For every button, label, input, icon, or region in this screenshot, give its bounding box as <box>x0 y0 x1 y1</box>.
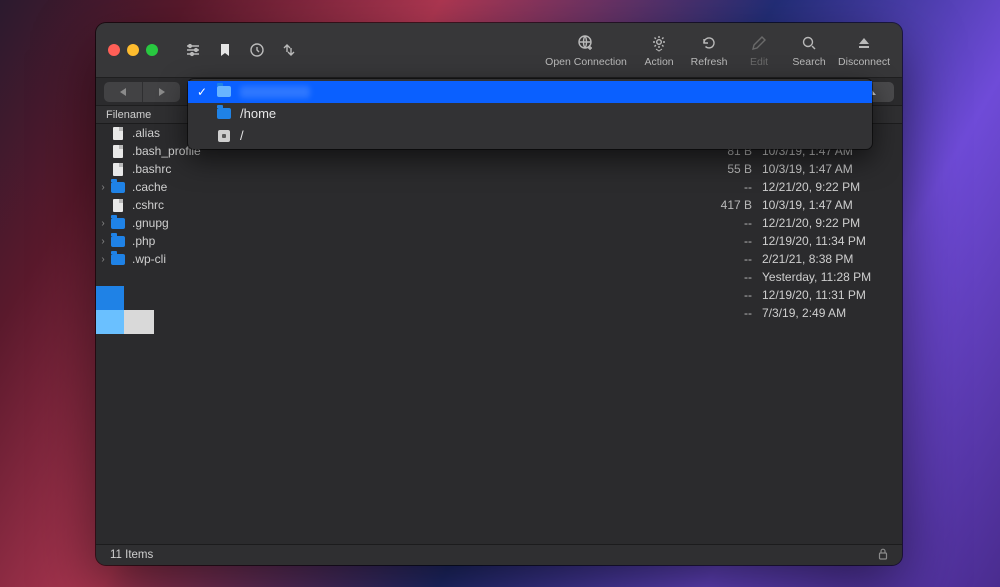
zoom-window-button[interactable] <box>146 44 158 56</box>
file-name: .bashrc <box>132 162 700 176</box>
file-size: -- <box>700 216 752 230</box>
file-size: 417 B <box>700 198 752 212</box>
folder-icon <box>110 180 126 194</box>
nav-back-button[interactable] <box>104 82 142 102</box>
transfers-icon[interactable] <box>280 41 298 59</box>
app-window: Open Connection Action Refresh Edit Sear… <box>96 23 902 565</box>
disclosure-triangle[interactable]: › <box>96 182 110 193</box>
disclosure-triangle[interactable]: › <box>96 218 110 229</box>
pencil-icon <box>749 33 769 53</box>
nav-forward-button[interactable] <box>142 82 180 102</box>
file-icon <box>110 162 126 176</box>
file-date: 10/3/19, 1:47 AM <box>752 198 892 212</box>
action-label: Action <box>644 56 673 68</box>
open-connection-label: Open Connection <box>545 56 627 68</box>
column-filename: Filename <box>106 109 151 121</box>
eject-icon <box>854 33 874 53</box>
file-date: 12/19/20, 11:31 PM <box>752 288 892 302</box>
folder-icon <box>110 252 126 266</box>
close-window-button[interactable] <box>108 44 120 56</box>
file-date: 7/3/19, 2:49 AM <box>752 306 892 320</box>
table-row[interactable]: › .php--12/19/20, 11:34 PM <box>96 232 902 250</box>
disclosure-triangle[interactable]: › <box>96 254 110 265</box>
refresh-icon <box>699 33 719 53</box>
nav-history <box>104 82 180 102</box>
file-icon <box>110 126 126 140</box>
path-dropdown[interactable]: ✓ /home / <box>188 82 840 102</box>
table-row[interactable]: .cshrc417 B10/3/19, 1:47 AM <box>96 196 902 214</box>
folder-icon <box>216 85 232 99</box>
open-connection-button[interactable]: Open Connection <box>542 33 630 68</box>
refresh-button[interactable]: Refresh <box>688 33 730 68</box>
file-size: -- <box>700 306 752 320</box>
path-item-label: /home <box>240 106 276 121</box>
table-row[interactable]: --Yesterday, 11:28 PM <box>96 268 902 286</box>
table-row[interactable]: --12/19/20, 11:31 PM <box>96 286 902 304</box>
redacted-icon <box>110 270 126 284</box>
window-controls <box>108 44 158 56</box>
file-date: 12/21/20, 9:22 PM <box>752 216 892 230</box>
file-icon <box>110 144 126 158</box>
titlebar: Open Connection Action Refresh Edit Sear… <box>96 23 902 78</box>
disconnect-button[interactable]: Disconnect <box>838 33 890 68</box>
folder-icon <box>110 234 126 248</box>
file-list[interactable]: .alias--1:47 AM.bash_profile81 B10/3/19,… <box>96 124 902 544</box>
path-dropdown-menu: ✓ /home / <box>188 79 872 149</box>
table-row[interactable]: › .gnupg--12/21/20, 9:22 PM <box>96 214 902 232</box>
minimize-window-button[interactable] <box>127 44 139 56</box>
table-row[interactable]: › .wp-cli--2/21/21, 8:38 PM <box>96 250 902 268</box>
search-label: Search <box>792 56 825 68</box>
refresh-label: Refresh <box>691 56 728 68</box>
redacted-thumbnails <box>96 286 154 334</box>
drive-icon <box>216 129 232 143</box>
path-item-current[interactable]: ✓ <box>188 81 872 103</box>
folder-icon <box>110 216 126 230</box>
folder-icon <box>216 107 232 121</box>
file-size: -- <box>700 234 752 248</box>
edit-label: Edit <box>750 56 768 68</box>
check-icon: ✓ <box>196 85 208 99</box>
lock-icon <box>878 548 888 563</box>
bookmark-icon[interactable] <box>216 41 234 59</box>
search-icon <box>799 33 819 53</box>
file-name: .wp-cli <box>132 252 700 266</box>
edit-button: Edit <box>738 33 780 68</box>
file-size: 55 B <box>700 162 752 176</box>
file-name: .php <box>132 234 700 248</box>
path-bar: ✓ /home / <box>96 78 902 106</box>
table-row[interactable]: .bashrc55 B10/3/19, 1:47 AM <box>96 160 902 178</box>
disclosure-triangle[interactable]: › <box>96 236 110 247</box>
table-row[interactable]: › .cache--12/21/20, 9:22 PM <box>96 178 902 196</box>
file-name: .cshrc <box>132 198 700 212</box>
action-button[interactable]: Action <box>638 33 680 68</box>
item-count: 11 Items <box>110 549 153 561</box>
path-item-root[interactable]: / <box>188 125 872 147</box>
path-item-home[interactable]: /home <box>188 103 872 125</box>
file-size: -- <box>700 252 752 266</box>
sliders-icon[interactable] <box>184 41 202 59</box>
file-size: -- <box>700 270 752 284</box>
file-name: .cache <box>132 180 700 194</box>
disconnect-label: Disconnect <box>838 56 890 68</box>
redacted-path-label <box>240 86 310 98</box>
file-date: 2/21/21, 8:38 PM <box>752 252 892 266</box>
table-row[interactable]: --7/3/19, 2:49 AM <box>96 304 902 322</box>
file-date: 12/19/20, 11:34 PM <box>752 234 892 248</box>
file-date: 10/3/19, 1:47 AM <box>752 162 892 176</box>
gear-icon <box>649 33 669 53</box>
file-date: 12/21/20, 9:22 PM <box>752 180 892 194</box>
path-item-label: / <box>240 128 244 143</box>
file-date: Yesterday, 11:28 PM <box>752 270 892 284</box>
file-size: -- <box>700 288 752 302</box>
status-bar: 11 Items <box>96 544 902 565</box>
file-name: .gnupg <box>132 216 700 230</box>
globe-plus-icon <box>576 33 596 53</box>
search-button[interactable]: Search <box>788 33 830 68</box>
history-icon[interactable] <box>248 41 266 59</box>
file-icon <box>110 198 126 212</box>
titlebar-left-tools <box>178 41 304 59</box>
file-size: -- <box>700 180 752 194</box>
